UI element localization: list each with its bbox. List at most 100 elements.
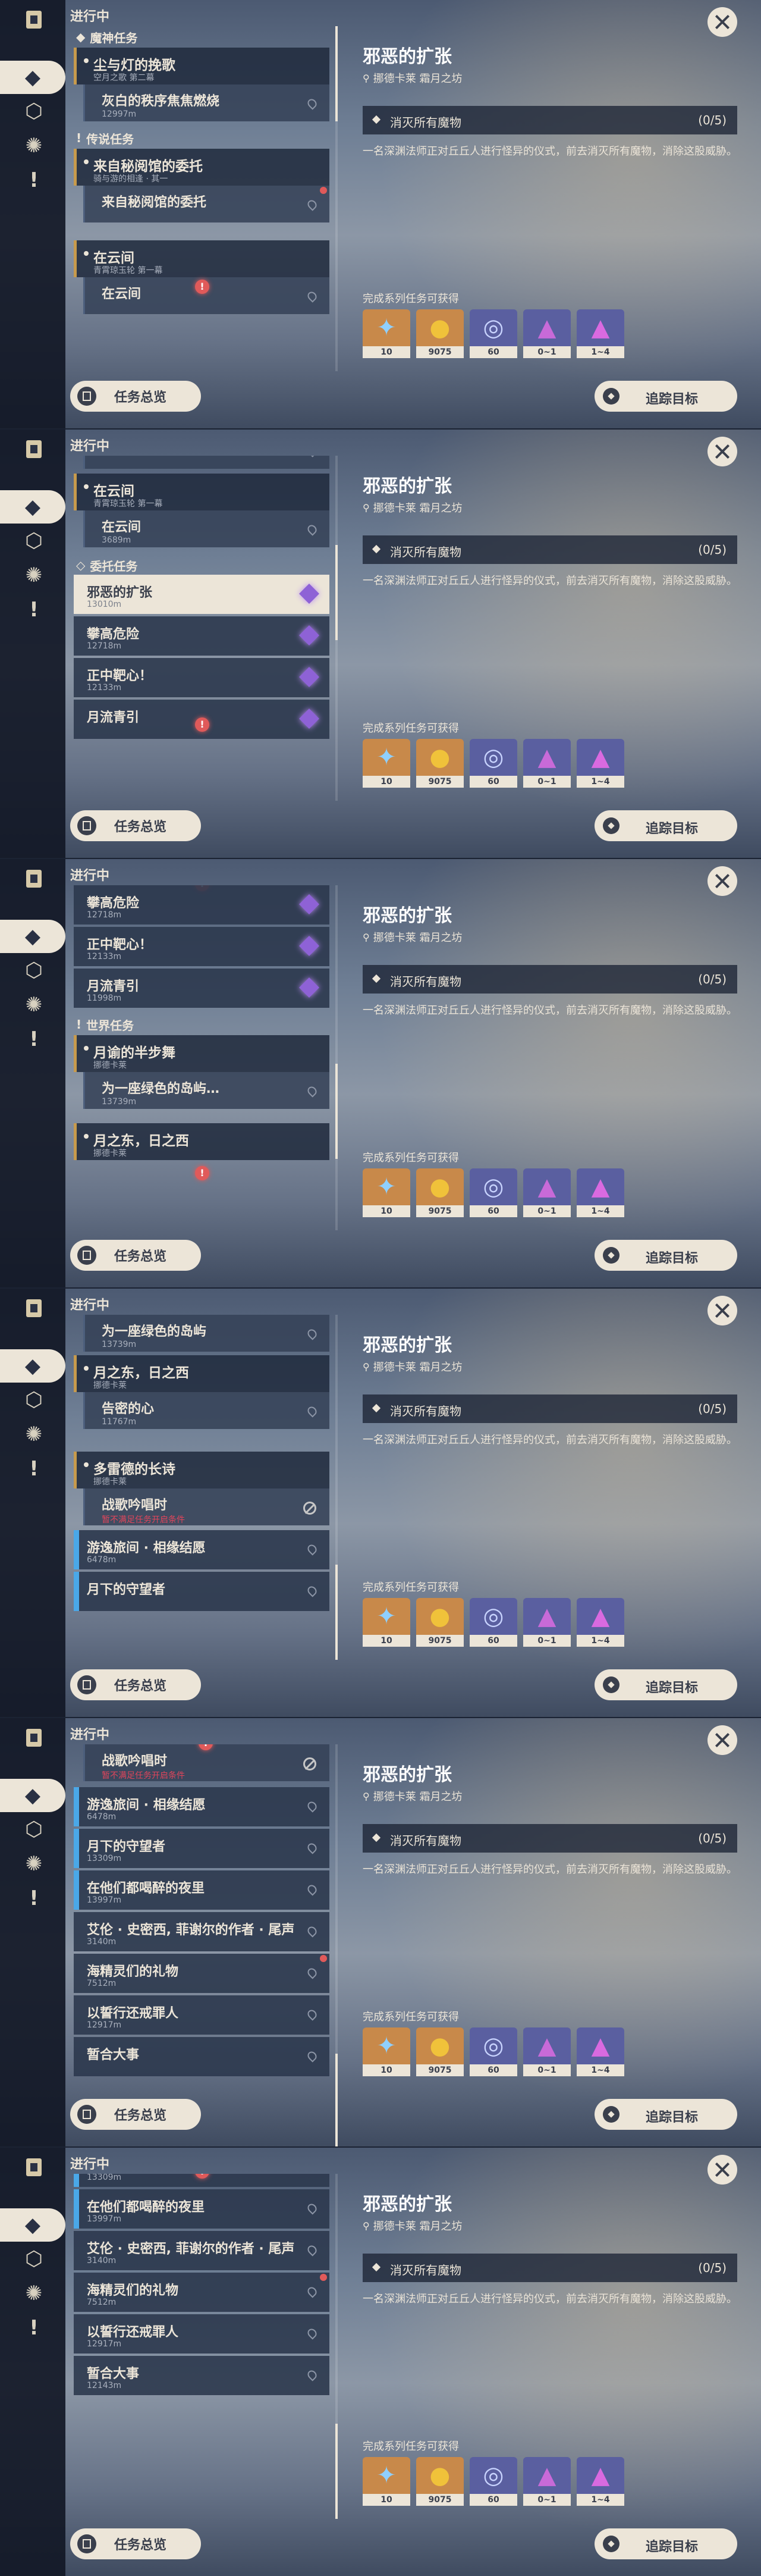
reward-item[interactable]: ✦ 10 [363, 2027, 410, 2076]
quest-item[interactable]: 暂合大事 [74, 2037, 329, 2076]
sidebar-tab-teleport-icon[interactable]: ⬡ [18, 2243, 50, 2275]
reward-item[interactable]: ● 9075 [416, 2457, 464, 2506]
track-objective-button[interactable]: 追踪目标 [595, 1669, 737, 1700]
sidebar-tab-diamond-icon[interactable]: ◆ [0, 920, 65, 953]
sidebar-tab-teleport-icon[interactable]: ⬡ [18, 95, 50, 127]
sidebar-tab-diamond-icon[interactable]: ◆ [0, 1779, 65, 1812]
quest-step[interactable]: 为一座绿色的岛屿 13739m [83, 1315, 329, 1352]
quest-item[interactable]: 在他们都喝醉的夜里 13997m [74, 2189, 329, 2229]
reward-item[interactable]: ● 9075 [416, 739, 464, 788]
quest-step[interactable]: 灰白的秩序焦焦燃烧 12997m [83, 84, 329, 121]
quest-item[interactable]: 攀高危险 12718m [74, 885, 329, 925]
reward-item[interactable]: ▲ 0~1 [523, 1168, 571, 1217]
quest-step[interactable]: 来自秘阅馆的委托 [83, 186, 329, 222]
list-scrollbar[interactable] [335, 1315, 338, 1660]
close-button[interactable] [707, 2155, 737, 2185]
quest-item[interactable]: 以誓行还戒罪人 12917m [74, 1995, 329, 2035]
list-scrollbar-thumb[interactable] [335, 1565, 338, 1660]
reward-item[interactable]: ✦ 10 [363, 1168, 410, 1217]
reward-item[interactable]: ▲ 1~4 [577, 309, 624, 358]
list-scrollbar[interactable] [335, 1744, 338, 2146]
sidebar-tab-gear-icon[interactable]: ✺ [18, 1418, 50, 1450]
list-scrollbar[interactable] [335, 885, 338, 1230]
book-icon[interactable] [26, 440, 42, 458]
quest-item[interactable]: 邪恶的扩张 13010m [74, 575, 329, 614]
sidebar-tab-teleport-icon[interactable]: ⬡ [18, 525, 50, 557]
sidebar-tab-gear-icon[interactable]: ✺ [18, 2277, 50, 2309]
reward-item[interactable]: ✦ 10 [363, 2457, 410, 2506]
list-scrollbar-thumb[interactable] [335, 26, 338, 121]
book-icon[interactable] [26, 870, 42, 888]
quest-item[interactable]: 艾伦 · 史密西, 菲谢尔的作者 · 尾声 3140m [74, 2231, 329, 2270]
sidebar-tab-exclamation-icon[interactable]: ! [18, 1882, 50, 1914]
quest-step[interactable]: 来自秘阅馆的委托 [83, 456, 329, 469]
book-icon[interactable] [26, 1729, 42, 1747]
quest-group[interactable]: 多雷德的长诗 挪德卡莱 [74, 1452, 329, 1488]
quest-item[interactable]: 在他们都喝醉的夜里 13997m [74, 1870, 329, 1910]
list-scrollbar-thumb[interactable] [335, 545, 338, 640]
sidebar-tab-exclamation-icon[interactable]: ! [18, 1023, 50, 1055]
list-scrollbar[interactable] [335, 2174, 338, 2519]
quest-item[interactable]: 月下的守望者 [74, 1572, 329, 1611]
quest-group[interactable]: 在云间 青霄琼玉轮 第一幕 [74, 240, 329, 277]
quest-group[interactable]: 尘与灯的挽歌 空月之歌 第二幕 [74, 48, 329, 84]
reward-item[interactable]: ◎ 60 [470, 739, 517, 788]
sidebar-tab-gear-icon[interactable]: ✺ [18, 559, 50, 591]
sidebar-tab-diamond-icon[interactable]: ◆ [0, 2208, 65, 2242]
book-icon[interactable] [26, 11, 42, 29]
reward-item[interactable]: ▲ 0~1 [523, 2027, 571, 2076]
quest-step[interactable]: 告密的心 11767m [83, 1392, 329, 1429]
quest-item[interactable]: 海精灵们的礼物 7512m [74, 1954, 329, 1993]
quest-item[interactable]: 暂合大事 12143m [74, 2356, 329, 2395]
reward-item[interactable]: ◎ 60 [470, 2457, 517, 2506]
close-button[interactable] [707, 437, 737, 466]
quest-item[interactable]: 正中靶心！ 12133m [74, 927, 329, 966]
quest-overview-button[interactable]: 任务总览 [70, 1669, 201, 1700]
list-scrollbar-thumb[interactable] [335, 2054, 338, 2146]
quest-group[interactable]: 月之东，日之西 挪德卡莱 [74, 1355, 329, 1392]
reward-item[interactable]: ▲ 0~1 [523, 1598, 571, 1647]
reward-item[interactable]: ● 9075 [416, 309, 464, 358]
quest-overview-button[interactable]: 任务总览 [70, 2528, 201, 2559]
track-objective-button[interactable]: 追踪目标 [595, 2099, 737, 2130]
sidebar-tab-gear-icon[interactable]: ✺ [18, 1848, 50, 1880]
reward-item[interactable]: ▲ 0~1 [523, 739, 571, 788]
sidebar-tab-exclamation-icon[interactable]: ! [18, 164, 50, 196]
quest-step[interactable]: 战歌吟唱时 暂不满足任务开启条件 [83, 1488, 329, 1525]
reward-item[interactable]: ● 9075 [416, 2027, 464, 2076]
track-objective-button[interactable]: 追踪目标 [595, 381, 737, 412]
list-scrollbar-thumb[interactable] [335, 2424, 338, 2519]
reward-item[interactable]: ▲ 1~4 [577, 739, 624, 788]
track-objective-button[interactable]: 追踪目标 [595, 1240, 737, 1271]
reward-item[interactable]: ● 9075 [416, 1598, 464, 1647]
quest-overview-button[interactable]: 任务总览 [70, 810, 201, 841]
track-objective-button[interactable]: 追踪目标 [595, 810, 737, 841]
sidebar-tab-teleport-icon[interactable]: ⬡ [18, 954, 50, 986]
reward-item[interactable]: ◎ 60 [470, 1168, 517, 1217]
close-button[interactable] [707, 1296, 737, 1325]
quest-overview-button[interactable]: 任务总览 [70, 1240, 201, 1271]
quest-step[interactable]: 为一座绿色的岛屿… 13739m [83, 1072, 329, 1109]
sidebar-tab-teleport-icon[interactable]: ⬡ [18, 1813, 50, 1845]
quest-item[interactable]: 正中靶心！ 12133m [74, 658, 329, 697]
close-button[interactable] [707, 7, 737, 37]
quest-item[interactable]: 艾伦 · 史密西, 菲谢尔的作者 · 尾声 3140m [74, 1912, 329, 1951]
reward-item[interactable]: ● 9075 [416, 1168, 464, 1217]
reward-item[interactable]: ▲ 1~4 [577, 2027, 624, 2076]
reward-item[interactable]: ▲ 1~4 [577, 1598, 624, 1647]
sidebar-tab-exclamation-icon[interactable]: ! [18, 1453, 50, 1485]
sidebar-tab-teleport-icon[interactable]: ⬡ [18, 1384, 50, 1416]
book-icon[interactable] [26, 2158, 42, 2176]
close-button[interactable] [707, 866, 737, 896]
sidebar-tab-exclamation-icon[interactable]: ! [18, 594, 50, 626]
quest-group[interactable]: 在云间 青霄琼玉轮 第一幕 [74, 474, 329, 510]
list-scrollbar-thumb[interactable] [335, 1064, 338, 1159]
track-objective-button[interactable]: 追踪目标 [595, 2528, 737, 2559]
quest-item[interactable]: 游逸旅间 · 相缘结愿 6478m [74, 1530, 329, 1569]
reward-item[interactable]: ✦ 10 [363, 739, 410, 788]
quest-item[interactable]: 攀高危险 12718m [74, 616, 329, 656]
quest-group[interactable]: 月谕的半步舞 挪德卡莱 [74, 1035, 329, 1072]
reward-item[interactable]: ▲ 1~4 [577, 2457, 624, 2506]
reward-item[interactable]: ▲ 1~4 [577, 1168, 624, 1217]
sidebar-tab-diamond-icon[interactable]: ◆ [0, 61, 65, 94]
